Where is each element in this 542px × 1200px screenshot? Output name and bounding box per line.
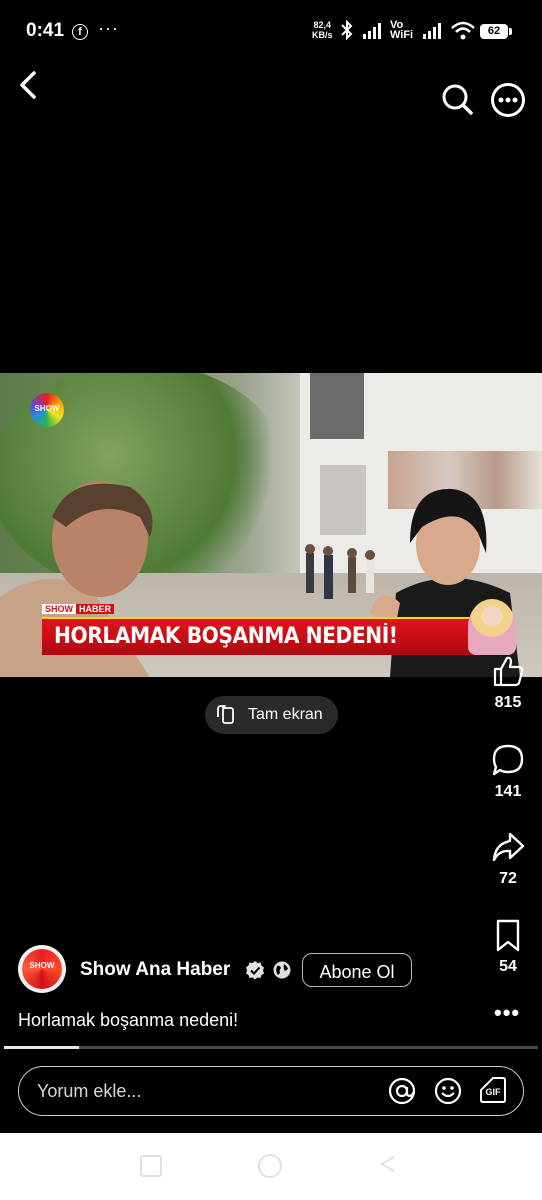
news-headline: HORLAMAK BOŞANMA NEDENİ!	[54, 624, 398, 649]
like-count: 815	[494, 694, 522, 711]
video-caption[interactable]: Horlamak boşanma nedeni!	[18, 1010, 238, 1031]
video-progress-bar[interactable]	[4, 1046, 538, 1049]
home-nav-button[interactable]	[258, 1154, 282, 1178]
notification-more: ···	[98, 18, 119, 38]
news-banner-tag: SHOW HABER	[42, 604, 115, 616]
channel-avatar-text: SHOW	[29, 961, 55, 970]
comments-button[interactable]: 141	[478, 743, 538, 801]
thumbs-up-icon	[493, 656, 524, 687]
video-scene-building-panel	[310, 373, 364, 439]
signal-2-icon	[423, 23, 441, 39]
share-count: 72	[499, 870, 517, 887]
banner-tag-show: SHOW	[42, 604, 76, 614]
vowifi-label: WiFi	[390, 29, 414, 41]
comment-count: 141	[494, 783, 522, 800]
status-time: 0:41	[26, 20, 65, 41]
fullscreen-label: Tam ekran	[248, 706, 323, 723]
like-button[interactable]: 815	[478, 654, 538, 712]
back-nav-button[interactable]	[380, 1156, 396, 1172]
comment-placeholder: Yorum ekle...	[37, 1081, 142, 1101]
status-bar: 0:41 f ··· 82,4 KB/s Vo WiFi 62	[0, 0, 542, 64]
banner-tag-haber: HABER	[76, 604, 115, 614]
emoji-icon[interactable]	[434, 1077, 462, 1105]
wifi-icon	[451, 21, 475, 40]
more-options-icon[interactable]	[490, 82, 526, 118]
news-headline-banner: HORLAMAK BOŞANMA NEDENİ!	[42, 617, 482, 655]
video-scene-window	[320, 465, 366, 535]
subscribe-button[interactable]: Abone Ol	[302, 953, 412, 987]
mention-icon[interactable]	[388, 1077, 416, 1105]
bluetooth-icon	[341, 20, 353, 40]
facebook-icon: f	[72, 24, 88, 40]
vowifi-indicator: Vo WiFi	[390, 20, 414, 41]
banner-presenter-thumbnail	[468, 599, 516, 655]
channel-avatar[interactable]: SHOW	[18, 945, 66, 993]
gif-icon[interactable]: GIF	[480, 1077, 506, 1103]
caption-more-icon[interactable]: •••	[494, 1000, 520, 1026]
globe-icon	[273, 961, 291, 979]
back-icon[interactable]	[14, 66, 46, 104]
channel-name[interactable]: Show Ana Haber	[80, 959, 230, 981]
show-tv-logo: SHOW	[30, 393, 64, 427]
comment-icon	[492, 744, 524, 776]
share-button[interactable]: 72	[478, 830, 538, 888]
show-tv-logo-text: SHOW	[34, 404, 60, 413]
recents-nav-button[interactable]	[140, 1155, 162, 1177]
network-speed-value: 82,4	[313, 20, 332, 30]
save-count: 54	[499, 958, 517, 975]
network-speed: 82,4 KB/s	[312, 20, 333, 40]
share-icon	[492, 832, 525, 862]
battery-indicator: 62	[480, 24, 512, 39]
bookmark-icon	[496, 919, 520, 952]
video-player[interactable]: SHOW SHOW HABER HORLAMAK BOŞANMA NEDENİ!	[0, 373, 542, 677]
fullscreen-rotate-icon	[217, 705, 234, 724]
signal-icon	[363, 23, 381, 39]
svg-text:GIF: GIF	[486, 1087, 502, 1097]
fullscreen-button[interactable]: Tam ekran	[205, 696, 338, 734]
video-progress-fill	[4, 1046, 79, 1049]
verified-badge-icon	[246, 961, 264, 980]
network-speed-unit: KB/s	[312, 30, 333, 40]
save-button[interactable]: 54	[478, 918, 538, 976]
search-icon[interactable]	[440, 82, 474, 116]
